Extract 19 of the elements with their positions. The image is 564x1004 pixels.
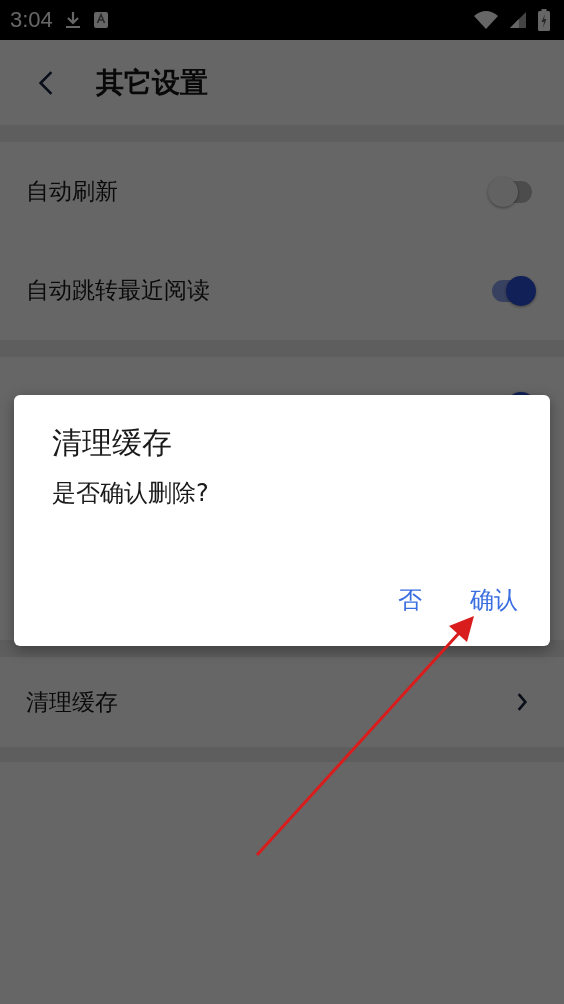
battery-icon xyxy=(538,9,550,31)
dialog-button[interactable]: 确认 xyxy=(456,578,532,622)
settings-row[interactable]: 清理缓存 xyxy=(0,657,564,747)
dialog-button[interactable]: 否 xyxy=(384,578,436,622)
download-icon xyxy=(64,11,81,29)
status-time: 3:04 xyxy=(10,7,53,33)
dialog-message: 是否确认删除? xyxy=(52,478,210,509)
row-label: 自动跳转最近阅读 xyxy=(26,276,210,305)
settings-row[interactable]: 自动跳转最近阅读 xyxy=(0,241,564,340)
row-label: 清理缓存 xyxy=(26,687,118,717)
back-icon xyxy=(38,69,54,96)
page-title: 其它设置 xyxy=(96,64,208,101)
chevron-right-icon xyxy=(516,692,528,712)
settings-row[interactable]: 自动刷新 xyxy=(0,142,564,241)
wifi-icon xyxy=(474,11,498,29)
dialog-title: 清理缓存 xyxy=(52,425,173,461)
font-icon xyxy=(92,11,109,29)
signal-icon xyxy=(510,11,526,29)
row-label: 自动刷新 xyxy=(26,177,118,206)
